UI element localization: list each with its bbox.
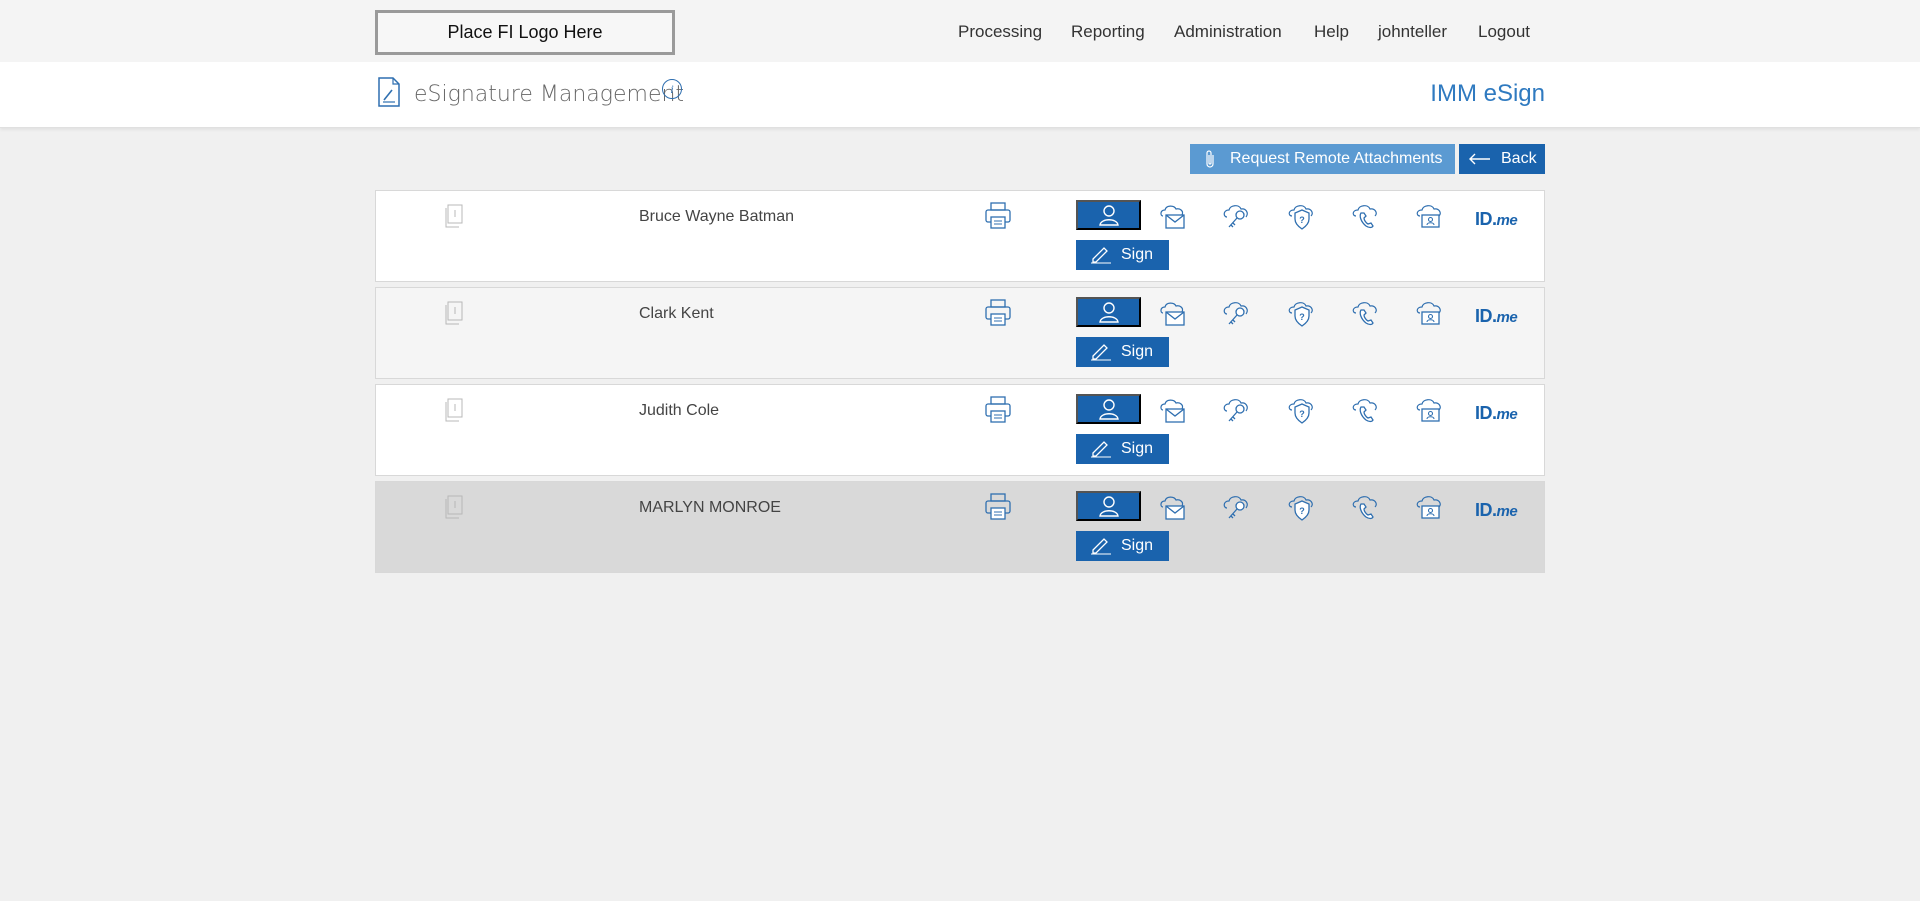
key-cloud-icon[interactable]: [1222, 396, 1252, 426]
back-button[interactable]: Back: [1459, 144, 1545, 174]
key-cloud-icon[interactable]: [1222, 493, 1252, 523]
svg-text:?: ?: [1299, 312, 1305, 322]
idcard-cloud-icon[interactable]: [1415, 202, 1445, 232]
sign-label: Sign: [1121, 440, 1154, 457]
idme-main: ID.: [1475, 403, 1497, 423]
nav-user[interactable]: johnteller: [1378, 22, 1478, 42]
pen-icon: [1091, 538, 1111, 555]
question-cloud-icon[interactable]: ?: [1287, 299, 1317, 329]
phone-cloud-icon[interactable]: [1351, 493, 1381, 523]
key-cloud-icon[interactable]: [1222, 202, 1252, 232]
nav-administration[interactable]: Administration: [1174, 22, 1314, 42]
idme-logo[interactable]: ID.me: [1475, 500, 1518, 521]
page-header: eSignature Management i IMM eSign: [0, 62, 1920, 128]
back-arrow-icon: [1469, 153, 1490, 165]
person-auth-button[interactable]: [1076, 297, 1141, 327]
email-cloud-icon[interactable]: [1158, 493, 1188, 523]
pages-icon[interactable]: [442, 495, 466, 521]
nav-processing[interactable]: Processing: [958, 22, 1071, 42]
page-title: eSignature Management: [414, 82, 685, 107]
nav-help[interactable]: Help: [1314, 22, 1378, 42]
sign-button[interactable]: Sign: [1076, 531, 1169, 561]
printer-icon[interactable]: [983, 298, 1013, 328]
pages-icon[interactable]: [442, 398, 466, 424]
signer-row: Judith Cole ? ID.me Sign: [375, 384, 1545, 476]
idme-suffix: me: [1496, 406, 1518, 423]
pen-icon: [1091, 247, 1111, 264]
signer-name: MARLYN MONROE: [639, 499, 781, 516]
sign-button[interactable]: Sign: [1076, 240, 1169, 270]
sign-label: Sign: [1121, 537, 1154, 554]
person-icon: [1098, 496, 1119, 517]
signer-name: Clark Kent: [639, 305, 714, 322]
main-nav: Processing Reporting Administration Help…: [958, 22, 1538, 42]
idme-logo[interactable]: ID.me: [1475, 209, 1518, 230]
idcard-cloud-icon[interactable]: [1415, 396, 1445, 426]
signer-name: Bruce Wayne Batman: [639, 208, 795, 225]
phone-cloud-icon[interactable]: [1351, 396, 1381, 426]
person-icon: [1098, 399, 1119, 420]
signer-row: Bruce Wayne Batman ? ID.me Sign: [375, 190, 1545, 282]
idme-main: ID.: [1475, 209, 1497, 229]
printer-icon[interactable]: [983, 201, 1013, 231]
person-auth-button[interactable]: [1076, 491, 1141, 521]
info-icon[interactable]: i: [662, 79, 682, 99]
question-cloud-icon[interactable]: ?: [1287, 493, 1317, 523]
idme-main: ID.: [1475, 306, 1497, 326]
printer-icon[interactable]: [983, 492, 1013, 522]
sign-button[interactable]: Sign: [1076, 337, 1169, 367]
pen-icon: [1091, 441, 1111, 458]
idme-suffix: me: [1496, 503, 1518, 520]
logo-placeholder: Place FI Logo Here: [375, 10, 675, 55]
person-icon: [1098, 205, 1119, 226]
key-cloud-icon[interactable]: [1222, 299, 1252, 329]
question-cloud-icon[interactable]: ?: [1287, 396, 1317, 426]
signer-row: Clark Kent ? ID.me Sign: [375, 287, 1545, 379]
phone-cloud-icon[interactable]: [1351, 202, 1381, 232]
signer-row: MARLYN MONROE ? ID.me Sign: [375, 481, 1545, 573]
person-auth-button[interactable]: [1076, 394, 1141, 424]
idcard-cloud-icon[interactable]: [1415, 299, 1445, 329]
sign-label: Sign: [1121, 246, 1154, 263]
paperclip-icon: [1206, 150, 1214, 168]
idme-logo[interactable]: ID.me: [1475, 403, 1518, 424]
person-auth-button[interactable]: [1076, 200, 1141, 230]
svg-text:?: ?: [1299, 215, 1305, 225]
email-cloud-icon[interactable]: [1158, 396, 1188, 426]
idme-logo[interactable]: ID.me: [1475, 306, 1518, 327]
email-cloud-icon[interactable]: [1158, 202, 1188, 232]
person-icon: [1098, 302, 1119, 323]
nav-reporting[interactable]: Reporting: [1071, 22, 1174, 42]
sign-button[interactable]: Sign: [1076, 434, 1169, 464]
request-remote-attachments-button[interactable]: Request Remote Attachments: [1190, 144, 1455, 174]
idme-suffix: me: [1496, 212, 1518, 229]
back-label: Back: [1501, 150, 1537, 167]
top-bar: Place FI Logo Here Processing Reporting …: [0, 0, 1920, 62]
pages-icon[interactable]: [442, 204, 466, 230]
pen-icon: [1091, 344, 1111, 361]
svg-text:?: ?: [1299, 409, 1305, 419]
svg-text:?: ?: [1299, 506, 1305, 516]
idme-suffix: me: [1496, 309, 1518, 326]
signer-name: Judith Cole: [639, 402, 720, 419]
nav-logout[interactable]: Logout: [1478, 22, 1538, 42]
idcard-cloud-icon[interactable]: [1415, 493, 1445, 523]
document-edit-icon: [378, 77, 400, 107]
request-remote-attachments-label: Request Remote Attachments: [1230, 150, 1443, 167]
brand-title: IMM eSign: [1430, 80, 1545, 107]
phone-cloud-icon[interactable]: [1351, 299, 1381, 329]
pages-icon[interactable]: [442, 301, 466, 327]
idme-main: ID.: [1475, 500, 1497, 520]
question-cloud-icon[interactable]: ?: [1287, 202, 1317, 232]
email-cloud-icon[interactable]: [1158, 299, 1188, 329]
sign-label: Sign: [1121, 343, 1154, 360]
printer-icon[interactable]: [983, 395, 1013, 425]
